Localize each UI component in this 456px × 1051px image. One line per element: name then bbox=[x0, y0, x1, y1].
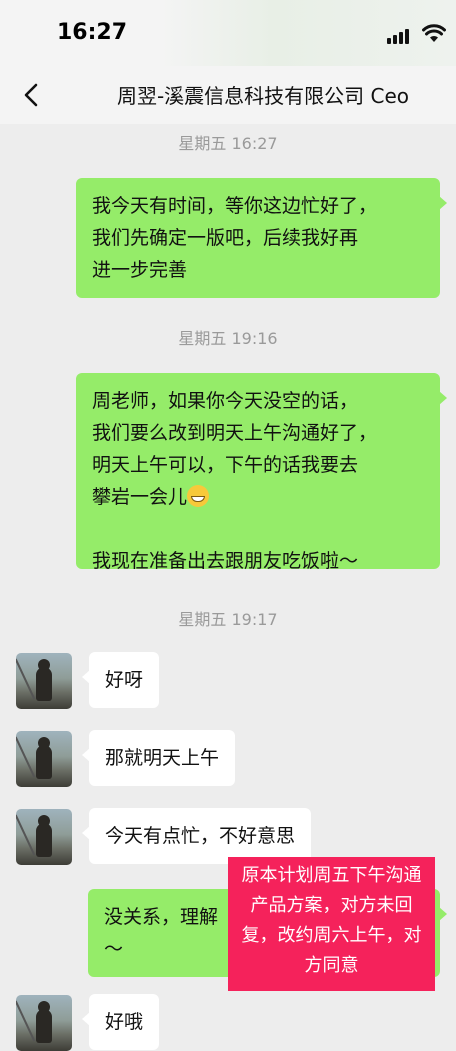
incoming-message[interactable]: 好呀 bbox=[81, 652, 160, 708]
timestamp: 星期五 19:17 bbox=[178, 610, 278, 629]
outgoing-message[interactable]: 周老师，如果你今天没空的话， 我们要么改到明天上午沟通好了， 明天上午可以，下午… bbox=[76, 373, 447, 572]
wifi-icon bbox=[422, 24, 446, 42]
message-text: 周老师，如果你今天没空的话， 我们要么改到明天上午沟通好了， 明天上午可以，下午… bbox=[92, 390, 378, 508]
contact-avatar[interactable] bbox=[16, 653, 72, 709]
annotation-note: 原本计划周五下午沟通 产品方案，对方未回 复，改约周六上午，对 方同意 bbox=[228, 857, 435, 991]
cellular-signal-icon bbox=[387, 28, 411, 44]
chat-title: 周翌-溪震信息科技有限公司 Ceo bbox=[116, 84, 410, 108]
message-text: 我现在准备出去跟朋友吃饭啦～ bbox=[92, 550, 359, 572]
timestamp: 星期五 16:27 bbox=[178, 134, 278, 153]
incoming-message[interactable]: 今天有点忙，不好意思 bbox=[81, 808, 312, 864]
timestamp: 星期五 19:16 bbox=[178, 329, 278, 348]
incoming-message[interactable]: 那就明天上午 bbox=[81, 730, 236, 786]
grinning-emoji-icon bbox=[187, 485, 210, 507]
status-bar: 16:27 bbox=[0, 0, 456, 66]
contact-avatar[interactable] bbox=[16, 995, 72, 1051]
nav-bar: 周翌-溪震信息科技有限公司 Ceo bbox=[0, 66, 456, 124]
outgoing-message[interactable]: 我今天有时间，等你这边忙好了， 我们先确定一版吧，后续我好再 进一步完善 bbox=[76, 178, 447, 298]
contact-avatar[interactable] bbox=[16, 731, 72, 787]
incoming-message[interactable]: 好哦 bbox=[81, 994, 160, 1050]
status-time: 16:27 bbox=[57, 20, 128, 45]
contact-avatar[interactable] bbox=[16, 809, 72, 865]
